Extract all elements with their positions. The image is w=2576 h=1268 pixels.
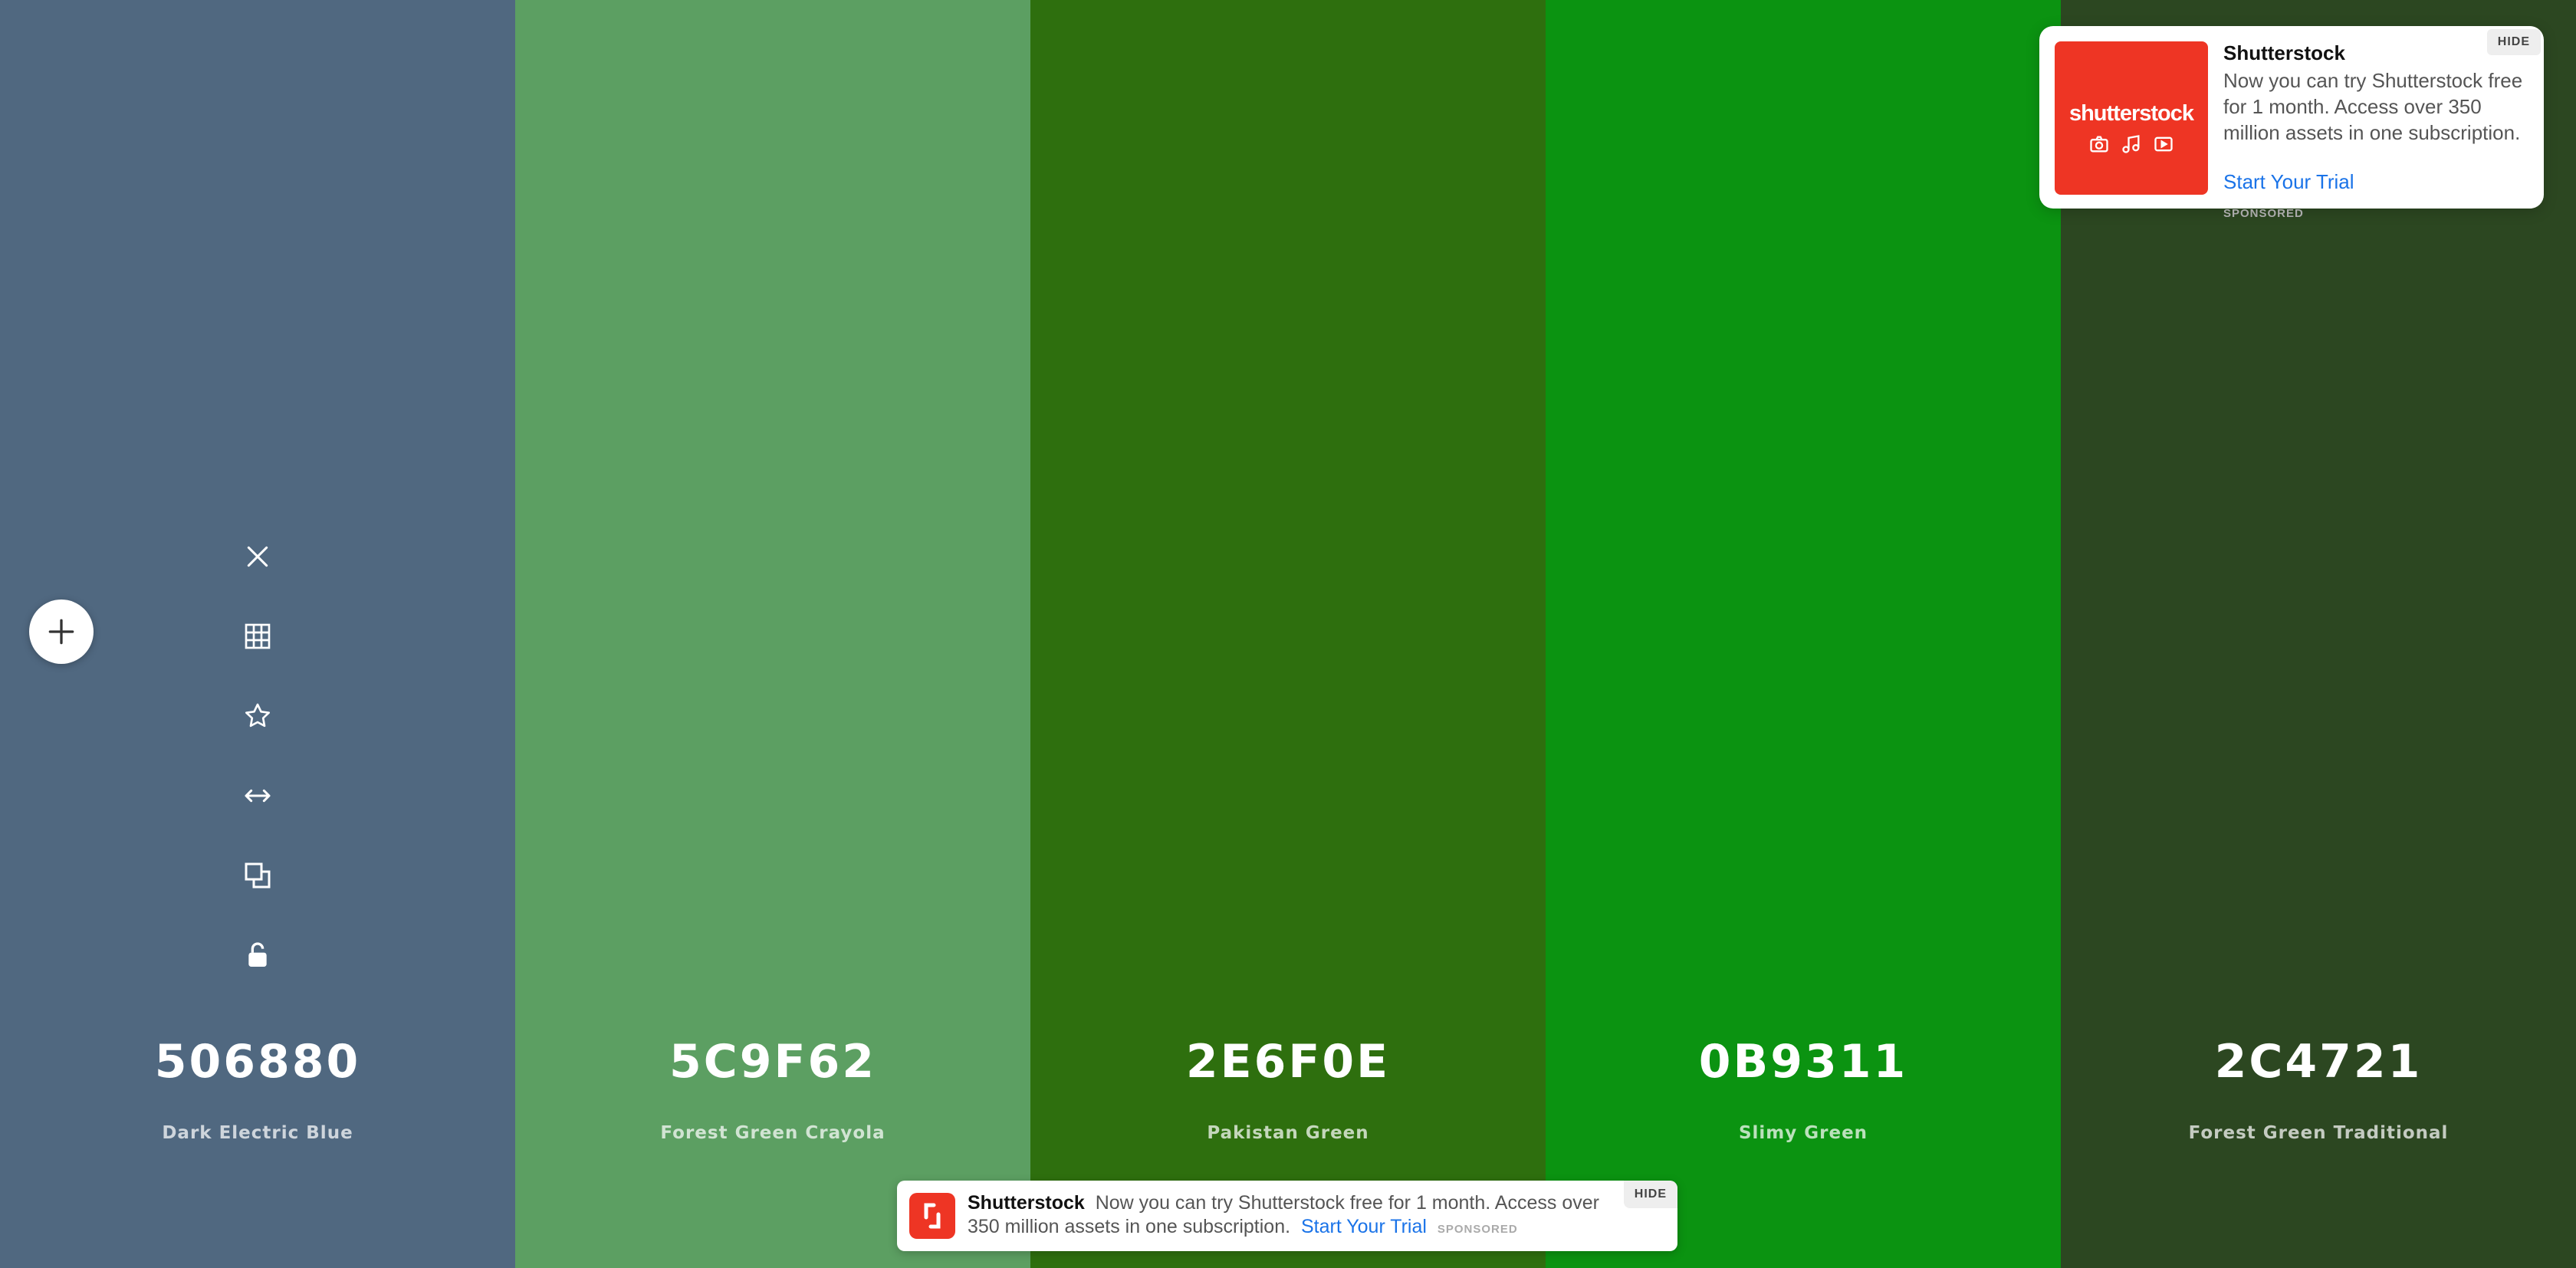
start-trial-link[interactable]: Start Your Trial <box>2223 170 2354 194</box>
save-color-button[interactable] <box>227 685 288 747</box>
swatch-name[interactable]: Slimy Green <box>1546 1123 2061 1143</box>
color-swatch[interactable]: 5C9F62 Forest Green Crayola <box>515 0 1030 1268</box>
hide-ad-button[interactable]: HIDE <box>2486 29 2541 55</box>
shutterstock-logo[interactable]: shutterstock <box>2055 41 2208 195</box>
plus-icon <box>48 619 74 645</box>
swatch-name[interactable]: Dark Electric Blue <box>0 1123 515 1143</box>
arrows-horizontal-icon <box>245 789 271 803</box>
grid-icon <box>245 623 271 649</box>
close-icon <box>247 546 268 567</box>
swatch-name[interactable]: Pakistan Green <box>1030 1123 1546 1143</box>
camera-icon <box>2090 136 2108 153</box>
swatch-hex[interactable]: 5C9F62 <box>515 1035 1030 1089</box>
drag-button[interactable] <box>227 765 288 826</box>
video-icon <box>2154 136 2173 152</box>
swatch-hex[interactable]: 2E6F0E <box>1030 1035 1546 1089</box>
sidebar-ad[interactable]: shutterstock Shutterstock Now you can tr… <box>2039 26 2544 220</box>
color-swatch[interactable]: 2E6F0E Pakistan Green <box>1030 0 1546 1268</box>
swatch-hex[interactable]: 2C4721 <box>2061 1035 2576 1089</box>
ad-title[interactable]: Shutterstock <box>2223 41 2345 65</box>
add-color-button[interactable] <box>29 600 94 664</box>
remove-color-button[interactable] <box>227 526 288 587</box>
view-shades-button[interactable] <box>227 606 288 667</box>
banner-sponsored-label: SPONSORED <box>1437 1223 1518 1236</box>
swatch-name[interactable]: Forest Green Crayola <box>515 1123 1030 1143</box>
copy-icon <box>245 862 271 889</box>
swatch-hex[interactable]: 0B9311 <box>1546 1035 2061 1089</box>
hide-banner-button[interactable]: HIDE <box>1623 1181 1677 1208</box>
star-icon <box>245 703 270 728</box>
banner-ad-title[interactable]: Shutterstock <box>968 1192 1085 1214</box>
shutterstock-logo-icon[interactable] <box>909 1193 955 1239</box>
music-icon <box>2122 135 2140 153</box>
swatch-toolbar <box>227 526 288 1004</box>
sponsored-label: SPONSORED <box>2223 207 2304 220</box>
banner-ad-text: Shutterstock Now you can try Shutterstoc… <box>968 1191 1612 1241</box>
banner-start-trial-link[interactable]: Start Your Trial <box>1301 1216 1427 1237</box>
color-swatch[interactable]: 0B9311 Slimy Green <box>1546 0 2061 1268</box>
unlock-icon <box>248 942 267 967</box>
ad-text: Now you can try Shutterstock free for 1 … <box>2223 69 2523 144</box>
copy-hex-button[interactable] <box>227 845 288 906</box>
swatch-name[interactable]: Forest Green Traditional <box>2061 1123 2576 1143</box>
swatch-hex[interactable]: 506880 <box>0 1035 515 1089</box>
banner-ad[interactable]: Shutterstock Now you can try Shutterstoc… <box>897 1181 1677 1251</box>
lock-color-button[interactable] <box>227 925 288 986</box>
